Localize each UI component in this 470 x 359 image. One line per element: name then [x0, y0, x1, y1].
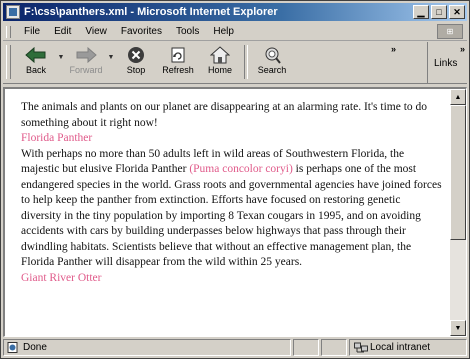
search-icon — [262, 45, 282, 65]
maximize-button[interactable]: □ — [431, 5, 447, 19]
window-controls: ▁ □ ✕ — [413, 5, 465, 19]
menu-file[interactable]: File — [17, 26, 47, 37]
scroll-up-icon[interactable]: ▲ — [450, 89, 466, 105]
intranet-icon — [354, 342, 368, 353]
scroll-thumb[interactable] — [450, 105, 466, 240]
forward-button[interactable]: Forward — [65, 42, 107, 80]
title-bar[interactable]: F:\css\panthers.xml - Microsoft Internet… — [3, 3, 467, 21]
stop-icon — [127, 45, 145, 65]
links-label: Links — [434, 57, 458, 69]
status-security-panel — [321, 339, 347, 356]
back-label: Back — [25, 65, 46, 75]
windows-logo-icon: ⊞ — [437, 24, 463, 39]
links-chevron-icon[interactable]: » — [460, 44, 465, 54]
stop-label: Stop — [126, 65, 146, 75]
panther-text-end: is perhaps one of the most endangered sp… — [21, 163, 442, 268]
status-text: Done — [23, 342, 47, 353]
intro-text: The animals and plants on our planet are… — [21, 101, 428, 129]
menu-bar: File Edit View Favorites Tools Help ⊞ — [3, 23, 467, 41]
status-zone-panel: Local intranet — [349, 339, 467, 356]
window-title: F:\css\panthers.xml - Microsoft Internet… — [24, 6, 278, 18]
status-text-panel: Done — [3, 339, 291, 356]
toolbar-grip[interactable] — [6, 45, 11, 79]
standard-toolbar: Back ▼ Forward ▼ Stop Refresh Home Searc… — [3, 42, 467, 84]
toolbar-separator — [244, 45, 248, 79]
home-icon — [210, 45, 230, 65]
heading-giant-river-otter: Giant River Otter — [21, 271, 102, 284]
search-button[interactable]: Search — [251, 42, 293, 80]
refresh-button[interactable]: Refresh — [157, 42, 199, 80]
vertical-scrollbar[interactable]: ▲ ▼ — [450, 89, 466, 336]
toolbar-chevron-icon[interactable]: » — [391, 44, 396, 54]
back-dropdown-icon[interactable]: ▼ — [57, 42, 65, 61]
heading-florida-panther: Florida Panther — [21, 132, 93, 144]
page-content: The animals and plants on our planet are… — [5, 89, 450, 336]
forward-dropdown-icon[interactable]: ▼ — [107, 42, 115, 61]
menu-favorites[interactable]: Favorites — [114, 26, 169, 37]
refresh-icon — [169, 45, 187, 65]
menu-tools[interactable]: Tools — [169, 26, 206, 37]
panther-paragraph: With perhaps no more than 50 adults left… — [21, 147, 442, 271]
menu-view[interactable]: View — [78, 26, 114, 37]
stop-button[interactable]: Stop — [115, 42, 157, 80]
minimize-button[interactable]: ▁ — [413, 5, 429, 19]
back-arrow-icon — [25, 45, 47, 65]
latin-name: (Puma concolor coryi) — [189, 163, 293, 175]
ie-app-icon[interactable] — [6, 5, 20, 19]
home-label: Home — [207, 65, 232, 75]
forward-arrow-icon — [75, 45, 97, 65]
zone-text: Local intranet — [370, 342, 431, 353]
forward-label: Forward — [69, 65, 103, 75]
menu-edit[interactable]: Edit — [47, 26, 78, 37]
menu-help[interactable]: Help — [206, 26, 241, 37]
browser-window: F:\css\panthers.xml - Microsoft Internet… — [0, 0, 470, 359]
status-progress-panel — [293, 339, 319, 356]
status-bar: Done Local intranet — [3, 339, 467, 356]
refresh-label: Refresh — [162, 65, 194, 75]
close-button[interactable]: ✕ — [449, 5, 465, 19]
back-button[interactable]: Back — [15, 42, 57, 80]
page-viewport: The animals and plants on our planet are… — [3, 87, 467, 337]
page-icon — [7, 342, 19, 353]
search-label: Search — [257, 65, 287, 75]
menu-grip[interactable] — [6, 25, 11, 38]
scroll-down-icon[interactable]: ▼ — [450, 320, 466, 336]
links-toolbar[interactable]: Links » — [427, 42, 467, 84]
home-button[interactable]: Home — [199, 42, 241, 80]
